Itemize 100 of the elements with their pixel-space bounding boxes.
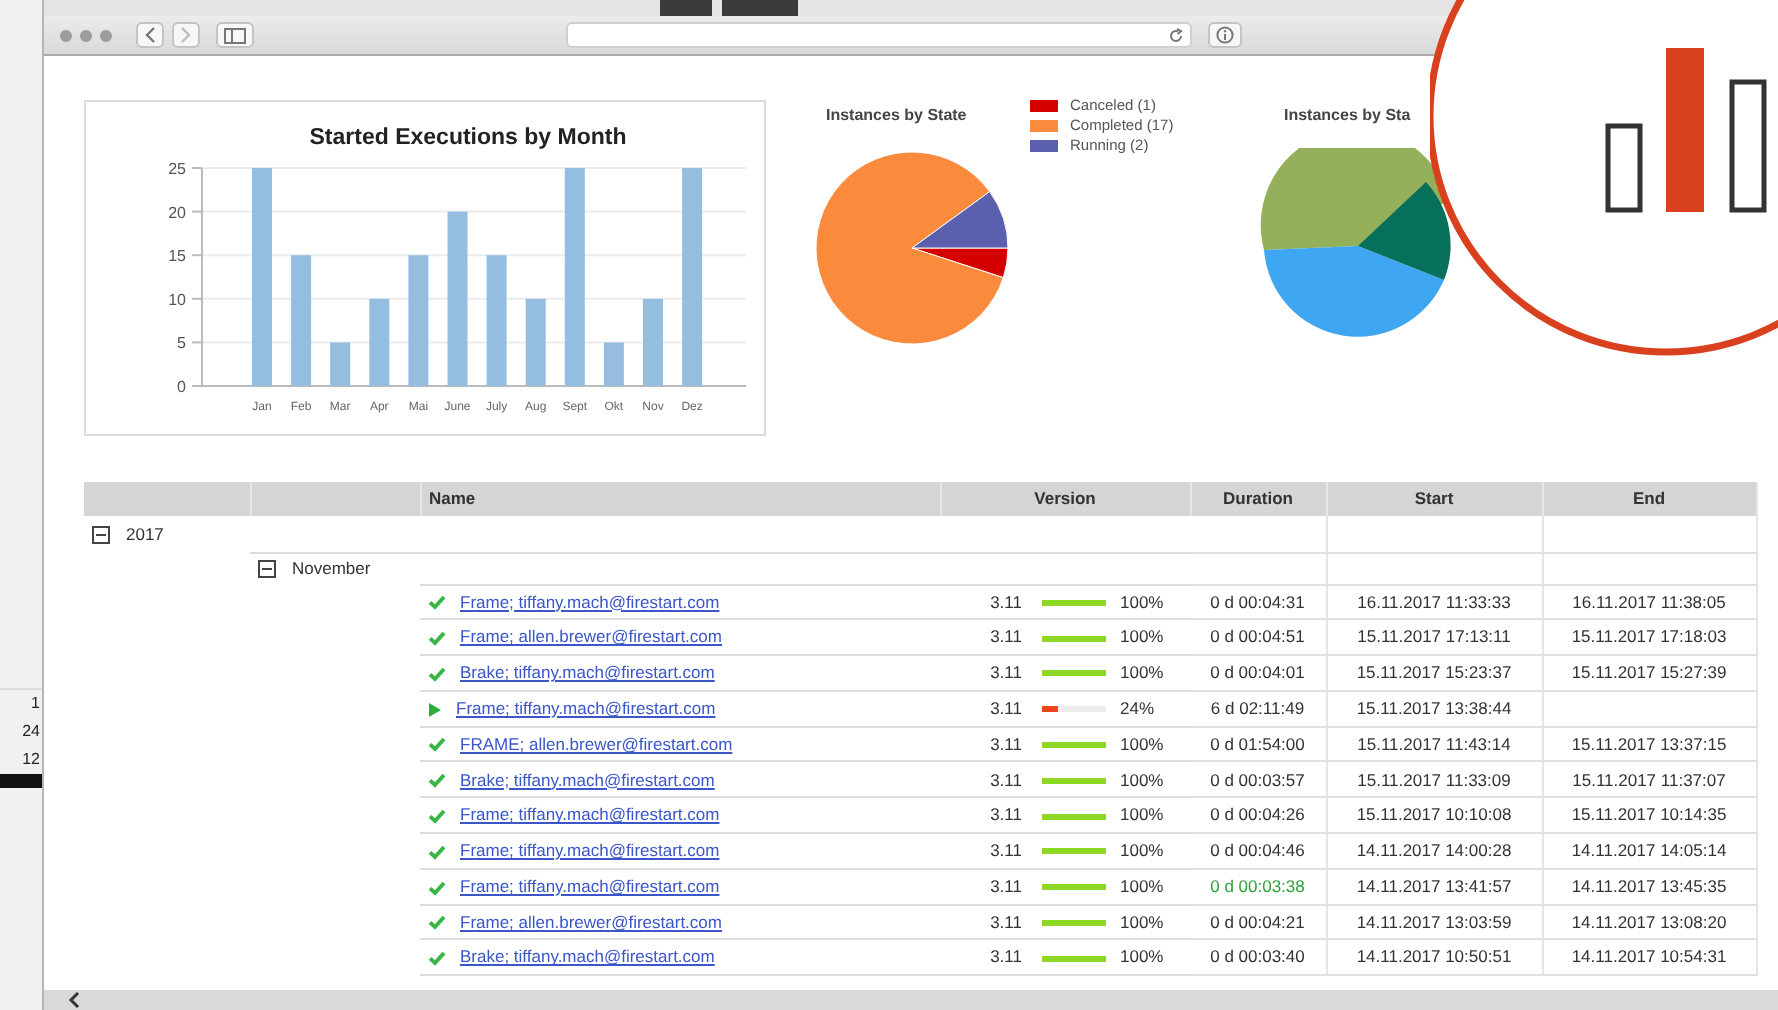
- reload-icon[interactable]: [1168, 27, 1184, 43]
- table-cell: 15.11.2017 11:43:14: [1326, 726, 1542, 762]
- progress-bar: [1042, 635, 1106, 642]
- collapse-icon[interactable]: [92, 525, 110, 544]
- instance-link[interactable]: Frame; tiffany.mach@firestart.com: [460, 875, 720, 896]
- collapse-icon[interactable]: [258, 560, 276, 579]
- group-label: November: [292, 557, 371, 578]
- table-cell: 14.11.2017 13:45:35: [1542, 868, 1756, 905]
- percent-label: 100%: [1120, 662, 1164, 683]
- table-cell: 6 d 02:11:49: [1190, 690, 1326, 727]
- table-cell: 14.11.2017 10:54:31: [1542, 939, 1756, 976]
- column-header[interactable]: Start: [1326, 482, 1542, 516]
- progress-bar: [1042, 741, 1106, 748]
- percent-label: 100%: [1120, 911, 1164, 932]
- percent-label: 100%: [1120, 875, 1164, 896]
- table-cell: 0 d 01:54:00: [1190, 726, 1326, 762]
- selected-row-bar: [0, 774, 42, 788]
- percent-label: 100%: [1120, 804, 1164, 825]
- instance-link[interactable]: Frame; allen.brewer@firestart.com: [460, 626, 722, 647]
- table-cell: 3.11: [940, 868, 1030, 905]
- table-cell: 0 d 00:04:46: [1190, 833, 1326, 869]
- axis-tick-label: 20: [168, 203, 186, 222]
- table-cell: 3.11: [940, 833, 1030, 869]
- progress-bar: [1042, 813, 1106, 820]
- progress-bar: [1042, 884, 1106, 891]
- progress-bar: [1042, 919, 1106, 926]
- instance-link[interactable]: Frame; tiffany.mach@firestart.com: [460, 840, 720, 861]
- progress-bar: [1042, 848, 1106, 855]
- instance-link[interactable]: Brake; tiffany.mach@firestart.com: [460, 946, 715, 967]
- bar: [369, 298, 390, 386]
- column-header[interactable]: End: [1542, 482, 1756, 516]
- sidebar-button[interactable]: [216, 22, 254, 48]
- axis-tick-label: 10: [168, 290, 186, 309]
- bar: [643, 298, 663, 386]
- check-icon: [428, 736, 446, 753]
- instance-link[interactable]: Frame; tiffany.mach@firestart.com: [460, 591, 720, 612]
- progress-bar: [1042, 955, 1106, 962]
- table-cell: 16.11.2017 11:38:05: [1542, 584, 1756, 620]
- table-cell: 0 d 00:03:57: [1190, 761, 1326, 798]
- table-cell: 15.11.2017 10:14:35: [1542, 797, 1756, 834]
- progress-bar: [1042, 599, 1106, 606]
- back-button[interactable]: [136, 22, 164, 48]
- table-cell: 0 d 00:04:26: [1190, 797, 1326, 834]
- table-cell: 0 d 00:04:51: [1190, 619, 1326, 656]
- progress-bar: [1042, 670, 1106, 677]
- horizontal-scrollbar[interactable]: [44, 990, 1778, 1010]
- table-cell: 3.11: [940, 619, 1030, 656]
- window-dot[interactable]: [100, 29, 112, 41]
- instance-link[interactable]: Frame; allen.brewer@firestart.com: [460, 911, 722, 932]
- bar: [291, 255, 312, 386]
- percent-label: 100%: [1120, 840, 1164, 861]
- column-header[interactable]: Duration: [1190, 482, 1326, 516]
- info-button[interactable]: [1208, 22, 1242, 48]
- progress-bar: [1042, 777, 1106, 784]
- percent-label: 24%: [1120, 697, 1155, 718]
- instance-link[interactable]: FRAME; allen.brewer@firestart.com: [460, 733, 733, 754]
- axis-tick-label: 0: [177, 378, 186, 396]
- table-cell: 15.11.2017 13:37:15: [1542, 726, 1756, 762]
- column-header[interactable]: Version: [940, 482, 1190, 516]
- check-icon: [428, 772, 446, 789]
- table-cell: 0 d 00:04:01: [1190, 655, 1326, 691]
- instance-link[interactable]: Brake; tiffany.mach@firestart.com: [460, 662, 715, 683]
- table-cell: 0 d 00:03:38: [1190, 868, 1326, 905]
- table-cell: 0 d 00:03:40: [1190, 939, 1326, 976]
- table-cell: 14.11.2017 14:05:14: [1542, 833, 1756, 869]
- percent-label: 100%: [1120, 733, 1164, 754]
- instance-link[interactable]: Brake; tiffany.mach@firestart.com: [460, 769, 715, 789]
- axis-tick-label: 25: [168, 160, 186, 178]
- bar: [408, 255, 429, 386]
- table-cell: 14.11.2017 14:00:28: [1326, 833, 1542, 869]
- table-cell: 3.11: [940, 584, 1030, 620]
- table-cell: 14.11.2017 10:50:51: [1326, 939, 1542, 976]
- instance-link[interactable]: Frame; tiffany.mach@firestart.com: [456, 697, 716, 718]
- table-cell: 0 d 00:04:21: [1190, 904, 1326, 940]
- table-cell: 14.11.2017 13:08:20: [1542, 904, 1756, 940]
- column-header[interactable]: Name: [420, 482, 940, 516]
- check-icon: [428, 594, 446, 611]
- table-cell: 14.11.2017 13:03:59: [1326, 904, 1542, 940]
- table-cell: 15.11.2017 15:27:39: [1542, 655, 1756, 691]
- check-icon: [428, 950, 446, 967]
- cell-value: 12: [20, 748, 42, 772]
- table-cell: 15.11.2017 17:13:11: [1326, 619, 1542, 656]
- table-cell: 15.11.2017 13:38:44: [1326, 690, 1542, 727]
- instance-link[interactable]: Frame; tiffany.mach@firestart.com: [460, 804, 720, 825]
- chevron-left-icon: [144, 26, 156, 44]
- window-dot[interactable]: [80, 29, 92, 41]
- table-cell: 3.11: [940, 797, 1030, 834]
- sidebar-icon: [224, 27, 246, 43]
- bar: [525, 298, 546, 386]
- chevron-left-icon[interactable]: [68, 992, 80, 1008]
- chart-title: Instances by Sta: [1284, 104, 1413, 128]
- window-dot[interactable]: [60, 29, 72, 41]
- bar: [486, 255, 507, 386]
- table-cell: 15.11.2017 11:37:07: [1542, 761, 1756, 798]
- table-cell: 3.11: [940, 690, 1030, 727]
- table-cell: 16.11.2017 11:33:33: [1326, 584, 1542, 620]
- table-cell: 0 d 00:04:31: [1190, 584, 1326, 620]
- cell-value: 24: [20, 720, 42, 744]
- table-cell: 15.11.2017 15:23:37: [1326, 655, 1542, 691]
- axis-tick-label: 5: [177, 334, 186, 353]
